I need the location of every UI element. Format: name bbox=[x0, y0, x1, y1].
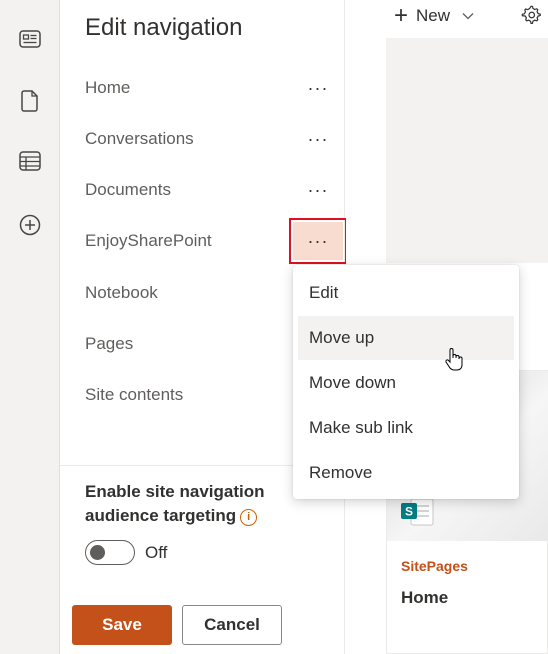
toggle-knob bbox=[90, 545, 105, 560]
hand-cursor-icon bbox=[445, 348, 463, 371]
new-button[interactable]: + New bbox=[394, 4, 474, 28]
list-icon[interactable] bbox=[18, 149, 42, 173]
nav-item-enjoysharepoint[interactable]: EnjoySharePoint ··· bbox=[60, 218, 347, 264]
nav-item-label: Documents bbox=[85, 180, 171, 199]
app-rail bbox=[0, 0, 60, 654]
add-circle-icon[interactable] bbox=[18, 213, 42, 237]
more-options-button[interactable]: ··· bbox=[293, 171, 343, 209]
nav-item-label: Notebook bbox=[85, 283, 158, 302]
card-title[interactable]: Home bbox=[401, 588, 448, 608]
context-menu: Edit Move up Move down Make sub link Rem… bbox=[293, 265, 519, 499]
nav-item-conversations[interactable]: Conversations ··· bbox=[60, 117, 345, 161]
nav-item-documents[interactable]: Documents ··· bbox=[60, 168, 345, 212]
menu-item-move-down[interactable]: Move down bbox=[298, 361, 514, 405]
gear-icon[interactable] bbox=[520, 4, 542, 26]
nav-item-label: EnjoySharePoint bbox=[85, 231, 212, 250]
news-icon[interactable] bbox=[18, 27, 42, 51]
hero-image-placeholder bbox=[386, 38, 548, 263]
nav-item-label: Home bbox=[85, 78, 131, 97]
save-button[interactable]: Save bbox=[72, 605, 172, 645]
more-options-button[interactable]: ··· bbox=[293, 120, 343, 158]
more-options-button-active[interactable]: ··· bbox=[289, 218, 347, 264]
menu-item-edit[interactable]: Edit bbox=[298, 271, 514, 315]
nav-item-home[interactable]: Home ··· bbox=[60, 66, 345, 110]
toggle-state-label: Off bbox=[145, 543, 168, 562]
audience-targeting-label: Enable site navigation audience targetin… bbox=[85, 480, 285, 528]
svg-text:S: S bbox=[405, 505, 413, 519]
menu-item-remove[interactable]: Remove bbox=[298, 451, 514, 495]
plus-icon: + bbox=[394, 2, 409, 29]
panel-title: Edit navigation bbox=[85, 14, 243, 41]
menu-item-move-up[interactable]: Move up bbox=[298, 316, 514, 360]
document-icon[interactable] bbox=[18, 89, 42, 113]
more-options-button[interactable]: ··· bbox=[293, 69, 343, 107]
menu-item-make-sub-link[interactable]: Make sub link bbox=[298, 406, 514, 450]
chevron-down-icon bbox=[462, 9, 474, 23]
new-label: New bbox=[416, 6, 451, 25]
nav-item-label: Conversations bbox=[85, 129, 194, 148]
cancel-button[interactable]: Cancel bbox=[182, 605, 282, 645]
nav-item-label: Site contents bbox=[85, 385, 184, 404]
audience-targeting-text: Enable site navigation audience targetin… bbox=[85, 482, 265, 525]
nav-item-label: Pages bbox=[85, 334, 134, 353]
sharepoint-file-icon: S bbox=[401, 498, 434, 526]
audience-targeting-toggle[interactable] bbox=[85, 540, 135, 565]
info-icon[interactable]: i bbox=[240, 508, 258, 526]
card-category[interactable]: SitePages bbox=[401, 558, 468, 574]
